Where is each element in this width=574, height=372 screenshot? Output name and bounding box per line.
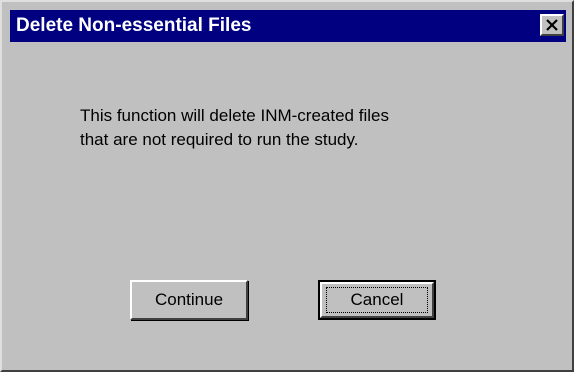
cancel-button[interactable]: Cancel [318,280,436,320]
message-text: This function will delete INM-created fi… [80,104,520,152]
close-button[interactable] [540,14,564,36]
dialog-window: Delete Non-essential Files This function… [0,0,574,372]
dialog-title: Delete Non-essential Files [16,15,252,36]
focus-rectangle [326,287,428,313]
message-line: This function will delete INM-created fi… [80,106,389,125]
message-line: that are not required to run the study. [80,130,359,149]
continue-button-label: Continue [154,290,224,309]
continue-button[interactable]: Continue [130,280,248,320]
close-icon [546,19,558,31]
title-bar[interactable]: Delete Non-essential Files [10,10,566,42]
